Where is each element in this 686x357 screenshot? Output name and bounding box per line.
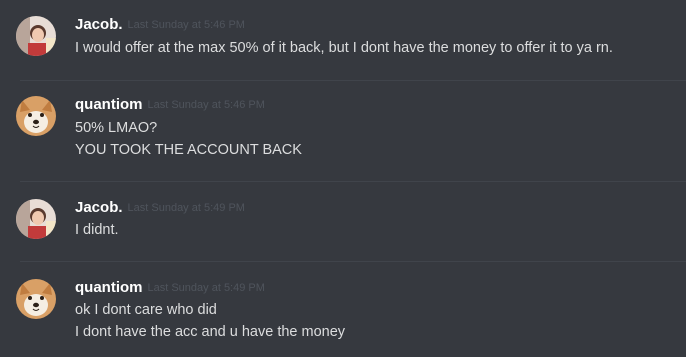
message-timestamp: Last Sunday at 5:49 PM — [127, 202, 245, 214]
author-name[interactable]: Jacob. — [75, 16, 123, 33]
message-text: YOU TOOK THE ACCOUNT BACK — [75, 142, 302, 158]
jacob-avatar[interactable] — [16, 16, 56, 56]
message-timestamp: Last Sunday at 5:46 PM — [127, 19, 245, 31]
message-text: I would offer at the max 50% of it back,… — [75, 40, 613, 56]
message-author[interactable]: quantiom Last Sunday at 5:46 PM — [75, 96, 265, 113]
shiba-avatar[interactable] — [16, 96, 56, 136]
jacob-avatar[interactable] — [16, 199, 56, 239]
message-divider — [20, 80, 686, 81]
author-name[interactable]: quantiom — [75, 279, 143, 296]
message-divider — [20, 261, 686, 262]
message-author[interactable]: Jacob. Last Sunday at 5:49 PM — [75, 199, 245, 216]
message-author[interactable]: quantiom Last Sunday at 5:49 PM — [75, 279, 265, 296]
message-divider — [20, 181, 686, 182]
message-text: I dont have the acc and u have the money — [75, 324, 346, 340]
shiba-avatar[interactable] — [16, 279, 56, 319]
message-author[interactable]: Jacob. Last Sunday at 5:46 PM — [75, 16, 245, 33]
message-timestamp: Last Sunday at 5:46 PM — [147, 99, 265, 111]
chat-message-list: Jacob. Last Sunday at 5:46 PM I would off… — [0, 0, 686, 357]
message-text: 50% LMAO? — [75, 120, 158, 136]
message-text: ok I dont care who did — [75, 302, 217, 318]
author-name[interactable]: Jacob. — [75, 199, 123, 216]
author-name[interactable]: quantiom — [75, 96, 143, 113]
message-text: I didnt. — [75, 222, 119, 238]
message-timestamp: Last Sunday at 5:49 PM — [147, 282, 265, 294]
